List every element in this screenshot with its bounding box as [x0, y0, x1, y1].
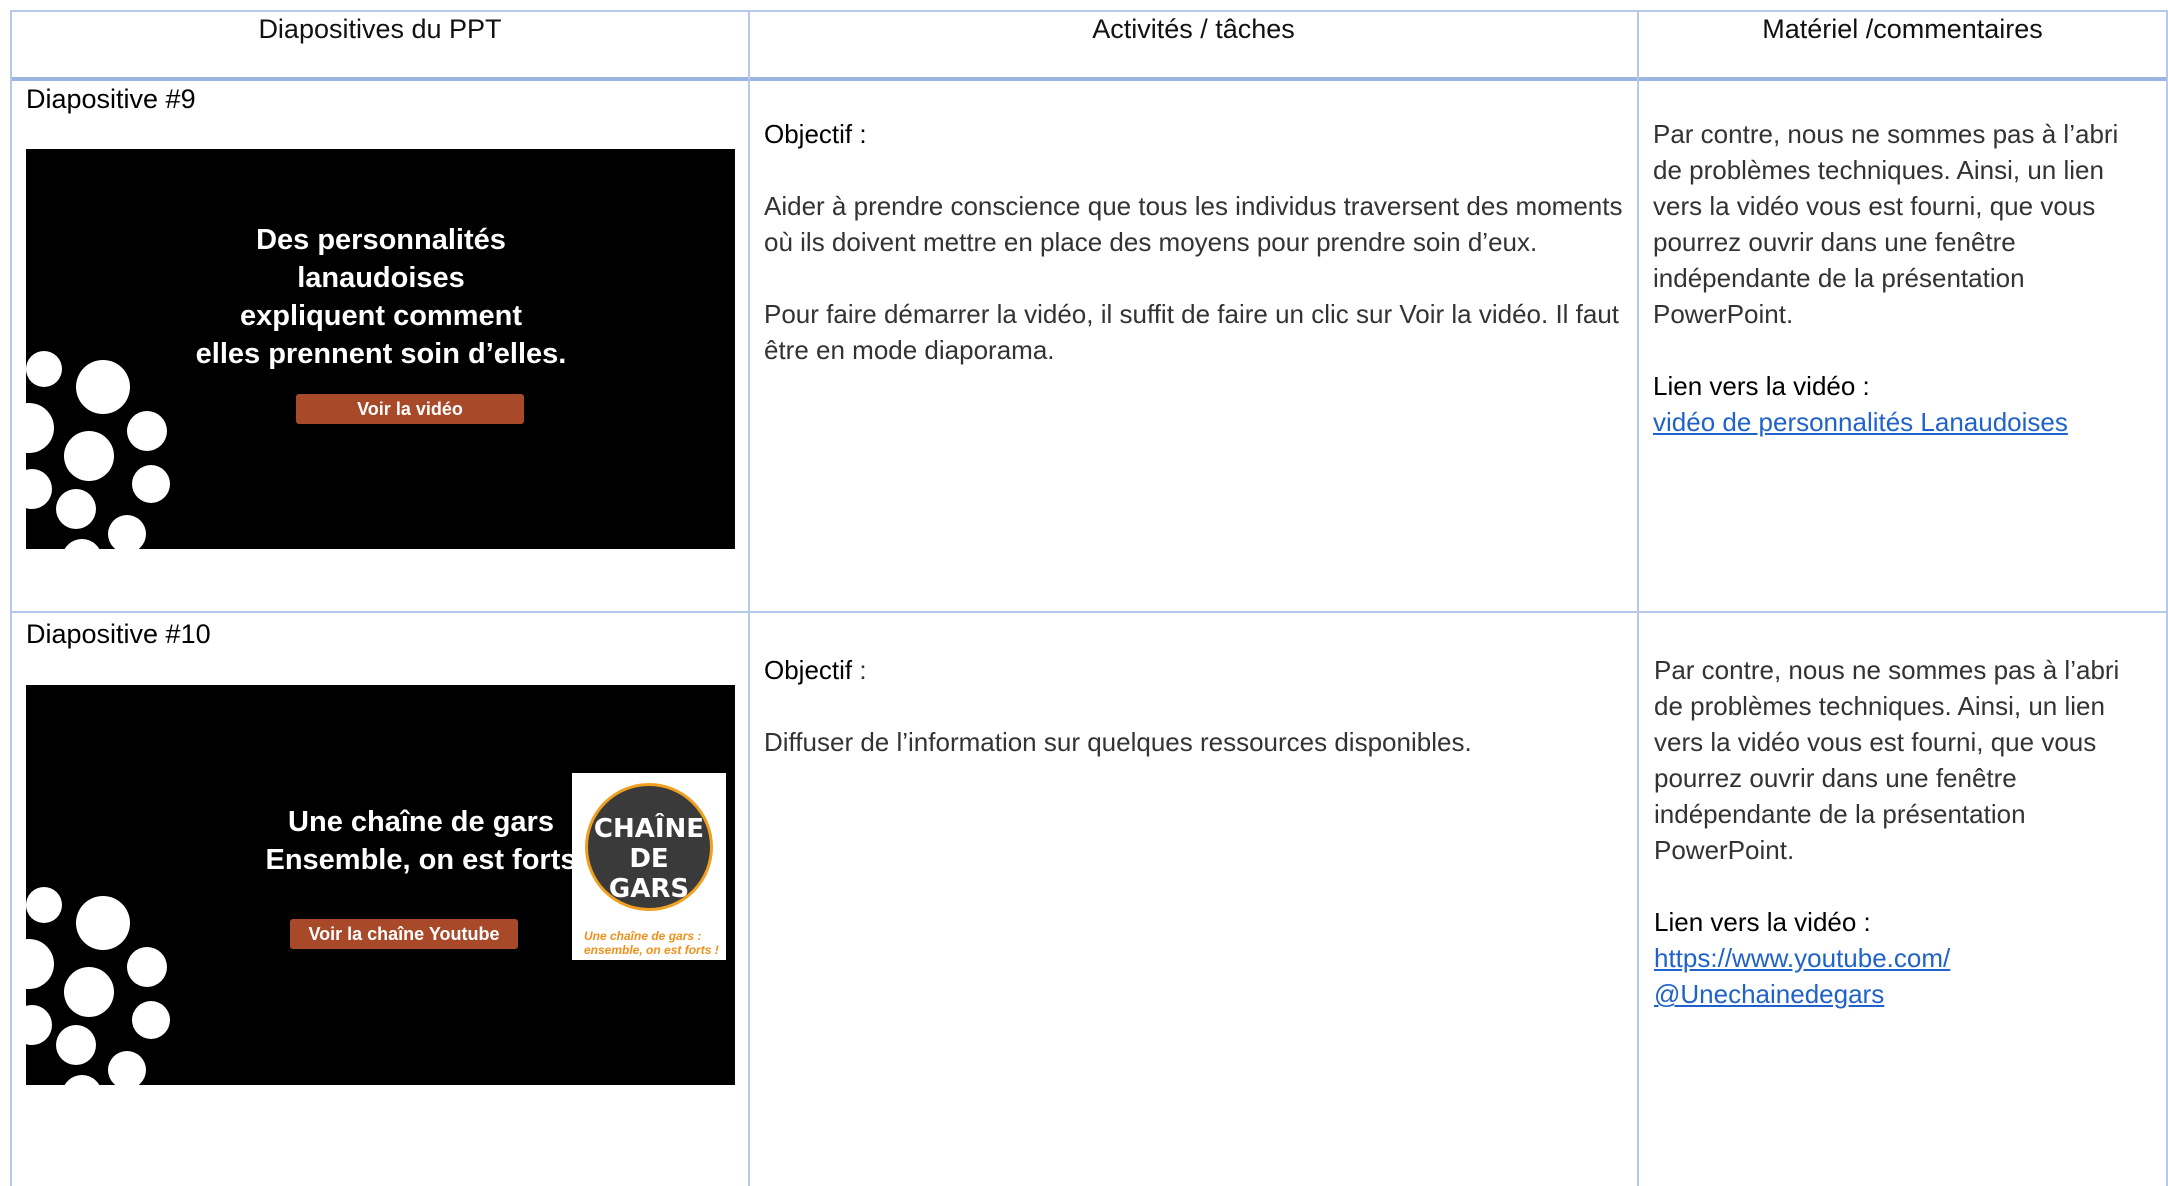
decorative-dot: [26, 939, 54, 989]
column-header-activities: Activités / tâches: [1092, 14, 1295, 44]
activity-cell: Objectif : Aider à prendre conscience qu…: [764, 116, 1624, 404]
decorative-dot: [26, 469, 52, 509]
column-divider-2: [1637, 10, 1639, 1186]
decorative-dot: [56, 1025, 96, 1065]
decorative-dot: [127, 411, 167, 451]
decorative-dot: [64, 431, 114, 481]
material-text: Par contre, nous ne sommes pas à l’abri …: [1653, 119, 2119, 329]
row-divider: [10, 611, 2168, 613]
decorative-dot: [76, 896, 130, 950]
objective-heading: Objectif: [764, 655, 853, 685]
decorative-dot: [26, 403, 54, 453]
objective-heading-suffix: :: [852, 655, 867, 685]
video-link[interactable]: vidéo de personnalités Lanaudoises: [1653, 404, 2153, 440]
column-header-slides: Diapositives du PPT: [258, 14, 502, 44]
objective-heading: Objectif :: [764, 119, 867, 149]
material-cell: Par contre, nous ne sommes pas à l’abri …: [1654, 652, 2154, 1012]
column-divider-1: [748, 10, 750, 1186]
youtube-link[interactable]: https://www.youtube.com/ @Unechainedegar…: [1654, 940, 2154, 1012]
table-top-border: [10, 10, 2168, 12]
material-text: Par contre, nous ne sommes pas à l’abri …: [1654, 655, 2120, 865]
chaine-de-gars-logo: CHAÎNE DE GARS Une chaîne de gars : ense…: [572, 773, 726, 960]
slide-title: Des personnalités lanaudoises expliquent…: [195, 224, 567, 370]
slide-label: Diapositive #10: [26, 619, 211, 649]
slide-thumbnail: Des personnalités lanaudoises expliquent…: [26, 149, 735, 549]
watch-channel-button[interactable]: Voir la chaîne Youtube: [290, 919, 518, 949]
table-left-border: [10, 10, 12, 1186]
decorative-dot: [76, 360, 130, 414]
decorative-dot: [132, 465, 170, 503]
slide-title: Une chaîne de gars Ensemble, on est fort…: [265, 806, 577, 876]
watch-video-button[interactable]: Voir la vidéo: [296, 394, 524, 424]
header-bottom-border: [10, 77, 2168, 81]
document-page: Diapositives du PPT Activités / tâches M…: [0, 0, 2168, 1186]
decorative-dot: [108, 1051, 146, 1085]
logo-caption: Une chaîne de gars : ensemble, on est fo…: [584, 929, 719, 957]
activity-paragraph: Aider à prendre conscience que tous les …: [764, 191, 1623, 257]
activity-paragraph: Pour faire démarrer la vidéo, il suffit …: [764, 299, 1620, 365]
activity-cell: Objectif : Diffuser de l’information sur…: [764, 652, 1624, 796]
decorative-dot: [62, 1075, 102, 1085]
logo-line-1: CHAÎNE: [593, 814, 705, 844]
decorative-dot: [127, 947, 167, 987]
decorative-dot: [62, 539, 102, 549]
activity-paragraph: Diffuser de l’information sur quelques r…: [764, 727, 1472, 757]
link-heading: Lien vers la vidéo :: [1653, 371, 1870, 401]
decorative-dot: [26, 1005, 52, 1045]
column-header-material: Matériel /commentaires: [1762, 14, 2043, 44]
logo-badge: CHAÎNE DE GARS: [585, 783, 713, 911]
logo-line-2: DE GARS: [608, 844, 690, 904]
decorative-dot: [108, 515, 146, 549]
decorative-dot: [26, 887, 62, 923]
decorative-dot: [132, 1001, 170, 1039]
slide-thumbnail: Une chaîne de gars Ensemble, on est fort…: [26, 685, 735, 1085]
material-cell: Par contre, nous ne sommes pas à l’abri …: [1653, 116, 2153, 440]
decorative-dot: [56, 489, 96, 529]
decorative-dot: [64, 967, 114, 1017]
link-heading: Lien vers la vidéo :: [1654, 907, 1871, 937]
slide-label: Diapositive #9: [26, 84, 196, 114]
decorative-dot: [26, 351, 62, 387]
